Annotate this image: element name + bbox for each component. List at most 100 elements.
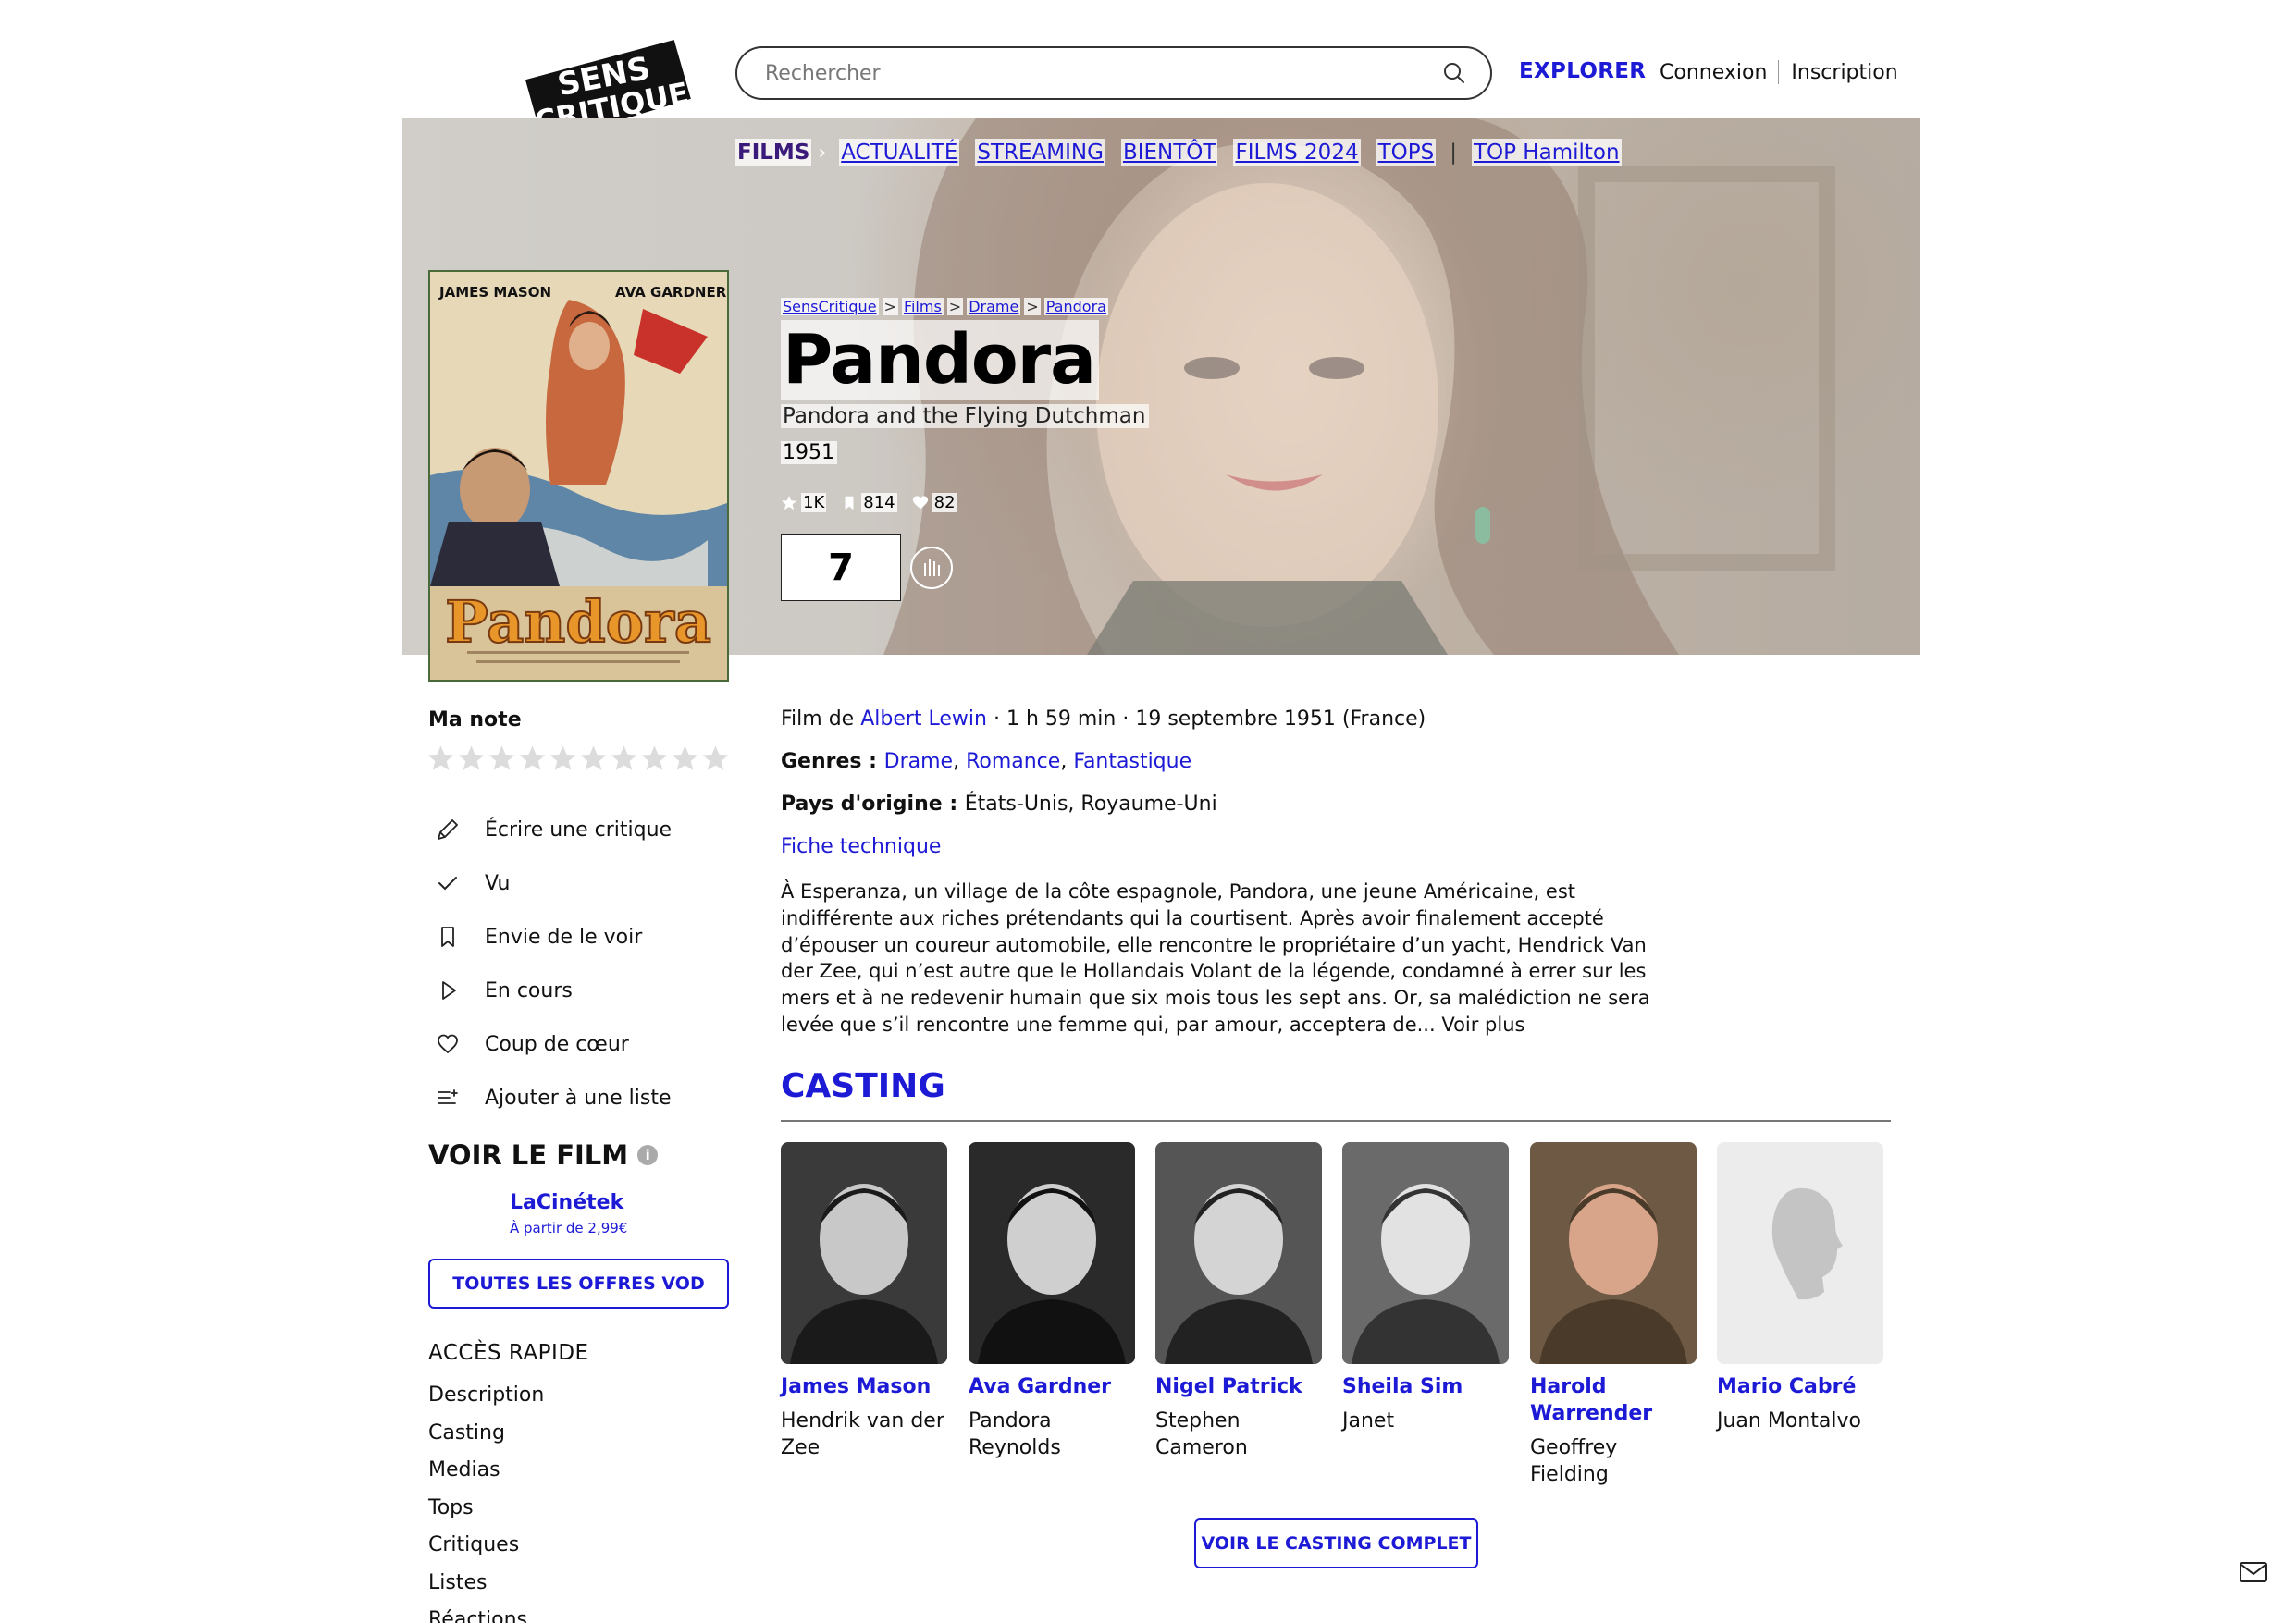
cast-card[interactable]: Nigel Patrick Stephen Cameron <box>1155 1142 1322 1461</box>
duration-release: · 1 h 59 min · 19 septembre 1951 (France… <box>986 707 1426 731</box>
nav-actualite[interactable]: ACTUALITÉ <box>839 139 960 166</box>
heart-icon <box>912 495 928 509</box>
cast-name[interactable]: Mario Cabré <box>1717 1373 1883 1400</box>
cast-role: Stephen Cameron <box>1155 1408 1322 1461</box>
mail-icon[interactable] <box>2240 1562 2267 1582</box>
cast-name-line[interactable]: Harold <box>1530 1373 1697 1400</box>
action-pencil[interactable]: Écrire une critique <box>435 803 672 856</box>
add-list-icon <box>438 1089 458 1104</box>
search-icon[interactable] <box>1442 61 1466 85</box>
cast-name[interactable]: Sheila Sim <box>1342 1373 1509 1400</box>
cast-role: Geoffrey Fielding <box>1530 1434 1697 1488</box>
cast-role: Pandora Reynolds <box>969 1408 1135 1461</box>
rating-star-icon[interactable] <box>426 744 455 773</box>
quick-link-reactions[interactable]: Réactions <box>428 1608 544 1623</box>
cast-name-line[interactable]: Warrender <box>1530 1400 1697 1427</box>
quick-link-critiques[interactable]: Critiques <box>428 1533 544 1571</box>
action-add-list[interactable]: Ajouter à une liste <box>435 1071 672 1125</box>
action-check[interactable]: Vu <box>435 856 672 910</box>
genre-link[interactable]: Romance <box>966 750 1060 773</box>
cast-name[interactable]: James Mason <box>781 1373 947 1400</box>
cast-card[interactable]: James Mason Hendrik van der Zee <box>781 1142 947 1461</box>
vod-offer[interactable]: LaCinétek À partir de 2,99€ <box>510 1191 627 1236</box>
cast-photo[interactable] <box>1530 1142 1697 1364</box>
heart-icon <box>438 1034 458 1054</box>
cast-name-line[interactable]: Ava Gardner <box>969 1373 1135 1400</box>
cast-role: Hendrik van der Zee <box>781 1408 947 1461</box>
tech-sheet-link[interactable]: Fiche technique <box>781 835 941 858</box>
stat-wishlists-value: 814 <box>861 493 897 512</box>
rating-distribution-button[interactable] <box>910 547 953 589</box>
genre-link[interactable]: Drame <box>884 750 953 773</box>
quick-link-casting[interactable]: Casting <box>428 1421 544 1459</box>
genre-link[interactable]: Fantastique <box>1073 750 1191 773</box>
my-rating-stars[interactable] <box>426 744 732 773</box>
rating-star-icon[interactable] <box>610 744 638 773</box>
signup-link[interactable]: Inscription <box>1791 61 1897 84</box>
info-icon[interactable]: i <box>637 1145 659 1165</box>
quick-link-description[interactable]: Description <box>428 1383 544 1421</box>
cast-photo[interactable] <box>1155 1142 1322 1364</box>
director-link[interactable]: Albert Lewin <box>860 707 987 731</box>
cast-name[interactable]: Ava Gardner <box>969 1373 1135 1400</box>
search-input[interactable] <box>765 61 1442 85</box>
cast-name-line[interactable]: Mario Cabré <box>1717 1373 1883 1400</box>
cast-portrait <box>1165 1184 1313 1364</box>
full-cast-button[interactable]: VOIR LE CASTING COMPLET <box>1194 1518 1478 1568</box>
quick-link-listes[interactable]: Listes <box>428 1571 544 1609</box>
rating-star-icon[interactable] <box>671 744 699 773</box>
cast-name[interactable]: Harold Warrender <box>1530 1373 1697 1427</box>
cast-role: Janet <box>1342 1408 1509 1434</box>
breadcrumb-separator: > <box>882 298 898 315</box>
breadcrumb-item[interactable]: Drame <box>967 298 1021 315</box>
nav-bientot[interactable]: BIENTÔT <box>1120 139 1218 166</box>
vod-provider[interactable]: LaCinétek <box>510 1191 627 1214</box>
cast-card[interactable]: Mario Cabré Juan Montalvo <box>1717 1142 1883 1434</box>
nav-films[interactable]: FILMS <box>735 139 812 166</box>
rating-star-icon[interactable] <box>457 744 486 773</box>
cast-card[interactable]: Harold Warrender Geoffrey Fielding <box>1530 1142 1697 1488</box>
release-year: 1951 <box>781 441 837 464</box>
film-credits-line: Film de Albert Lewin · 1 h 59 min · 19 s… <box>781 707 1426 731</box>
search-bar[interactable] <box>735 46 1492 100</box>
cast-photo[interactable] <box>1342 1142 1509 1364</box>
cast-name-line[interactable]: James Mason <box>781 1373 947 1400</box>
all-vod-offers-button[interactable]: TOUTES LES OFFRES VOD <box>428 1259 729 1309</box>
poster-actor-right: AVA GARDNER <box>615 284 727 301</box>
nav-tops[interactable]: TOPS <box>1376 139 1437 166</box>
breadcrumb-item[interactable]: Films <box>901 298 944 315</box>
nav-streaming[interactable]: STREAMING <box>975 139 1105 166</box>
cast-photo-placeholder[interactable] <box>1717 1142 1883 1364</box>
breadcrumb: SensCritique > Films > Drame > Pandora <box>781 298 1108 315</box>
nav-films-2024[interactable]: FILMS 2024 <box>1233 139 1361 166</box>
cast-card[interactable]: Ava Gardner Pandora Reynolds <box>969 1142 1135 1461</box>
cast-name-line[interactable]: Sheila Sim <box>1342 1373 1509 1400</box>
breadcrumb-item[interactable]: Pandora <box>1043 298 1108 315</box>
cast-card[interactable]: Sheila Sim Janet <box>1342 1142 1509 1434</box>
cast-photo[interactable] <box>781 1142 947 1364</box>
login-link[interactable]: Connexion <box>1660 61 1767 84</box>
stat-favorites: 82 <box>912 493 957 512</box>
quick-link-medias[interactable]: Medias <box>428 1458 544 1496</box>
film-poster[interactable]: JAMES MASON AVA GARDNER Pandora <box>428 270 729 682</box>
rating-star-icon[interactable] <box>701 744 730 773</box>
bookmark-icon <box>845 496 854 510</box>
rating-star-icon[interactable] <box>518 744 547 773</box>
rating-star-icon[interactable] <box>579 744 608 773</box>
nav-top-hamilton[interactable]: TOP Hamilton <box>1471 139 1622 166</box>
cast-name[interactable]: Nigel Patrick <box>1155 1373 1322 1400</box>
cast-name-line[interactable]: Nigel Patrick <box>1155 1373 1322 1400</box>
explorer-link[interactable]: EXPLORER <box>1519 59 1646 83</box>
action-heart[interactable]: Coup de cœur <box>435 1017 672 1071</box>
cast-photo[interactable] <box>969 1142 1135 1364</box>
rating-star-icon[interactable] <box>640 744 669 773</box>
rating-star-icon[interactable] <box>488 744 516 773</box>
quick-link-tops[interactable]: Tops <box>428 1496 544 1534</box>
stat-favorites-value: 82 <box>932 493 957 512</box>
action-play[interactable]: En cours <box>435 964 672 1017</box>
stat-ratings: 1K <box>781 493 827 512</box>
breadcrumb-item[interactable]: SensCritique <box>781 298 879 315</box>
synopsis-line[interactable]: levée que s’il rencontre une femme qui, … <box>781 1012 1650 1039</box>
action-bookmark[interactable]: Envie de le voir <box>435 910 672 964</box>
rating-star-icon[interactable] <box>549 744 577 773</box>
